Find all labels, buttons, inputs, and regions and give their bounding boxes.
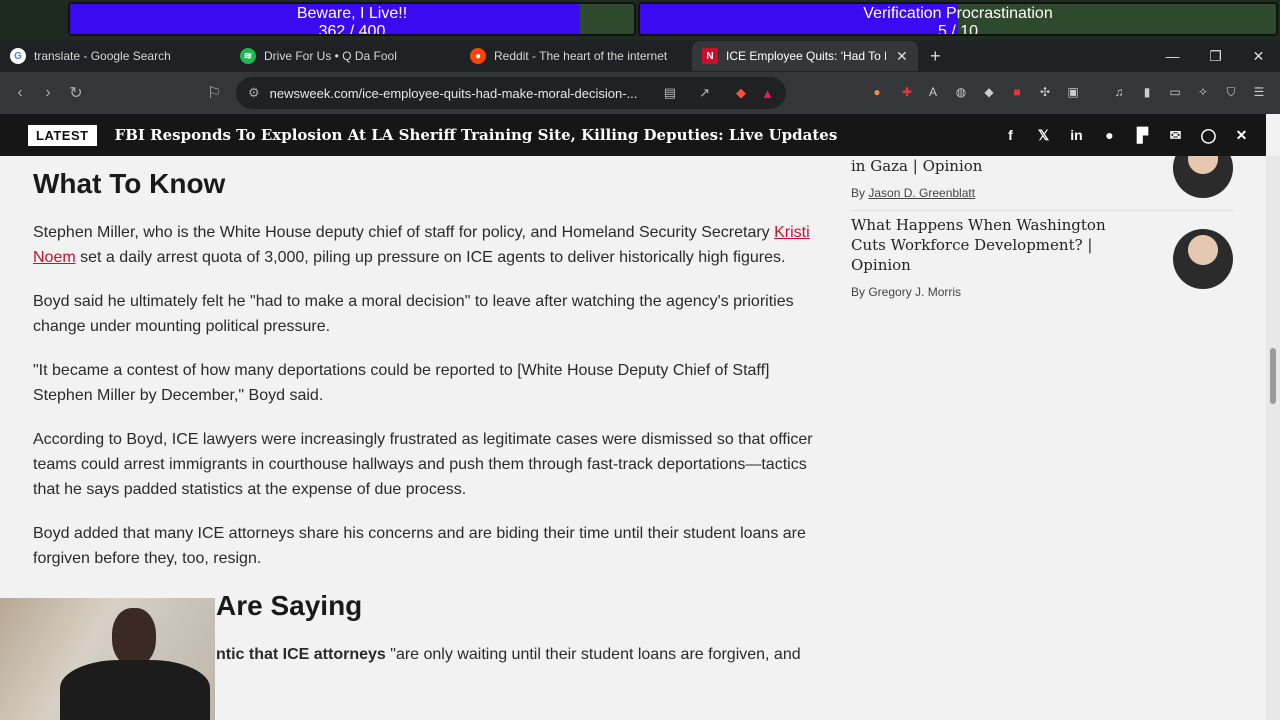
bold-run: ntic that ICE attorneys bbox=[216, 646, 386, 663]
text-run: Stephen Miller, who is the White House d… bbox=[33, 224, 775, 241]
tab-spotify[interactable]: ≋ Drive For Us • Q Da Fool bbox=[230, 41, 460, 71]
extension-icon[interactable]: ◍ bbox=[952, 83, 970, 101]
newsweek-icon: N bbox=[702, 48, 718, 64]
forward-icon[interactable]: › bbox=[34, 84, 62, 102]
article-paragraph: "It became a contest of how many deporta… bbox=[33, 362, 770, 404]
sidebar-icon[interactable]: ▮ bbox=[1138, 83, 1156, 101]
share-icon[interactable]: ↗ bbox=[699, 85, 710, 101]
tab-label: translate - Google Search bbox=[34, 49, 171, 63]
share-buttons: f 𝕏 in ● ▛ ✉ ◯ ✕ bbox=[1000, 114, 1252, 156]
menu-icon[interactable]: ☰ bbox=[1250, 83, 1268, 101]
article-paragraph: Boyd said he ultimately felt he "had to … bbox=[33, 293, 794, 335]
reader-mode-icon[interactable]: ▤ bbox=[664, 85, 676, 101]
facebook-icon[interactable]: f bbox=[1000, 125, 1021, 146]
flipboard-icon[interactable]: ▛ bbox=[1132, 125, 1153, 146]
google-icon: G bbox=[10, 48, 26, 64]
tab-label: Drive For Us • Q Da Fool bbox=[264, 49, 397, 63]
article-paragraph: Stephen Miller, who is the White House d… bbox=[33, 220, 823, 270]
site-info-icon[interactable]: ⚙ bbox=[248, 85, 260, 101]
minimize-icon[interactable]: — bbox=[1151, 40, 1194, 72]
leo-ai-icon[interactable]: ✧ bbox=[1194, 83, 1212, 101]
progress-count: 362 / 400 bbox=[318, 23, 386, 36]
sidebar-article-title[interactable]: in Gaza | Opinion bbox=[851, 156, 1121, 176]
screenshot-icon[interactable]: ▣ bbox=[1064, 83, 1082, 101]
byline: By Gregory J. Morris bbox=[851, 285, 1233, 299]
music-icon[interactable]: ♫ bbox=[1110, 83, 1128, 101]
article-paragraph: ntic that ICE attorneys "are only waitin… bbox=[216, 642, 823, 667]
author-name[interactable]: Gregory J. Morris bbox=[868, 285, 961, 299]
url-text: newsweek.com/ice-employee-quits-had-make… bbox=[269, 85, 638, 101]
whatsapp-icon[interactable]: ◯ bbox=[1198, 125, 1219, 146]
back-icon[interactable]: ‹ bbox=[6, 84, 34, 102]
sidebar-article-title[interactable]: What Happens When Washington Cuts Workfo… bbox=[851, 215, 1121, 275]
extension-icon[interactable]: ■ bbox=[1008, 83, 1026, 101]
text-run: set a daily arrest quota of 3,000, pilin… bbox=[75, 249, 786, 266]
progress-count: 5 / 10 bbox=[937, 23, 979, 36]
related-opinion-sidebar: in Gaza | Opinion By Jason D. Greenblatt… bbox=[851, 156, 1233, 309]
byline: By Jason D. Greenblatt bbox=[851, 186, 1233, 200]
puzzle-icon[interactable]: ✣ bbox=[1036, 83, 1054, 101]
brave-shields-icon[interactable]: ◆ bbox=[736, 85, 746, 101]
sidebar-article[interactable]: What Happens When Washington Cuts Workfo… bbox=[851, 211, 1233, 309]
extension-icon[interactable]: A bbox=[924, 83, 942, 101]
article-paragraph: According to Boyd, ICE lawyers were incr… bbox=[33, 431, 813, 498]
close-icon[interactable]: ✕ bbox=[1231, 125, 1252, 146]
progress-title: Verification Procrastination bbox=[863, 5, 1053, 22]
window-controls: — ❐ ✕ bbox=[1151, 40, 1280, 72]
article-paragraph: Boyd added that many ICE attorneys share… bbox=[33, 525, 806, 567]
author-avatar bbox=[1173, 229, 1233, 289]
linkedin-icon[interactable]: in bbox=[1066, 125, 1087, 146]
extension-icon[interactable]: ◆ bbox=[980, 83, 998, 101]
tab-reddit[interactable]: ● Reddit - The heart of the internet bbox=[460, 41, 692, 71]
latest-news-bar: LATEST FBI Responds To Explosion At LA S… bbox=[0, 114, 1266, 156]
tab-newsweek[interactable]: N ICE Employee Quits: 'Had To Ma ✕ bbox=[692, 41, 918, 71]
webcam-overlay bbox=[0, 598, 215, 720]
reddit-icon: ● bbox=[470, 48, 486, 64]
address-bar[interactable]: ⚙ newsweek.com/ice-employee-quits-had-ma… bbox=[236, 77, 786, 109]
byline-prefix: By bbox=[851, 285, 869, 299]
browser-toolbar: ‹ › ↻ ⚐ ⚙ newsweek.com/ice-employee-quit… bbox=[0, 72, 1280, 114]
bookmark-icon[interactable]: ⚐ bbox=[200, 83, 228, 103]
progress-bar-challenge-1: Beware, I Live!! 362 / 400 bbox=[68, 2, 636, 36]
spotify-icon: ≋ bbox=[240, 48, 256, 64]
progress-bar-challenge-2: Verification Procrastination 5 / 10 bbox=[638, 2, 1278, 36]
author-link[interactable]: Jason D. Greenblatt bbox=[868, 186, 975, 200]
section-heading: Are Saying bbox=[216, 590, 363, 621]
byline-prefix: By bbox=[851, 186, 869, 200]
page-scrollbar[interactable] bbox=[1266, 156, 1280, 720]
tab-google-search[interactable]: G translate - Google Search bbox=[0, 41, 230, 71]
x-icon[interactable]: 𝕏 bbox=[1033, 125, 1054, 146]
streamer-body bbox=[60, 660, 210, 720]
progress-title: Beware, I Live!! bbox=[296, 5, 408, 22]
text-run: "are only waiting until their student lo… bbox=[385, 646, 801, 663]
stream-overlay: Beware, I Live!! 362 / 400 Verification … bbox=[0, 0, 1280, 40]
close-tab-icon[interactable]: ✕ bbox=[896, 48, 908, 65]
streamer-head bbox=[112, 608, 156, 666]
wallet-icon[interactable]: ▭ bbox=[1166, 83, 1184, 101]
vpn-icon[interactable]: ⛉ bbox=[1222, 83, 1240, 101]
email-icon[interactable]: ✉ bbox=[1165, 125, 1186, 146]
tab-strip: G translate - Google Search ≋ Drive For … bbox=[0, 40, 1280, 72]
reload-icon[interactable]: ↻ bbox=[62, 83, 90, 103]
extension-icon[interactable]: ✚ bbox=[898, 83, 916, 101]
section-heading: What To Know bbox=[33, 168, 226, 199]
sidebar-article[interactable]: in Gaza | Opinion By Jason D. Greenblatt bbox=[851, 156, 1233, 211]
new-tab-icon[interactable]: + bbox=[930, 46, 941, 67]
tab-label: ICE Employee Quits: 'Had To Ma bbox=[726, 49, 886, 63]
latest-headline-link[interactable]: FBI Responds To Explosion At LA Sheriff … bbox=[115, 126, 838, 144]
close-window-icon[interactable]: ✕ bbox=[1237, 40, 1280, 72]
brave-rewards-icon[interactable]: ▲ bbox=[761, 86, 774, 101]
reddit-share-icon[interactable]: ● bbox=[1099, 125, 1120, 146]
tab-label: Reddit - The heart of the internet bbox=[494, 49, 668, 63]
extension-icon[interactable]: ● bbox=[868, 83, 886, 101]
latest-badge: LATEST bbox=[28, 124, 97, 146]
scrollbar-thumb[interactable] bbox=[1270, 348, 1276, 404]
restore-icon[interactable]: ❐ bbox=[1194, 40, 1237, 72]
